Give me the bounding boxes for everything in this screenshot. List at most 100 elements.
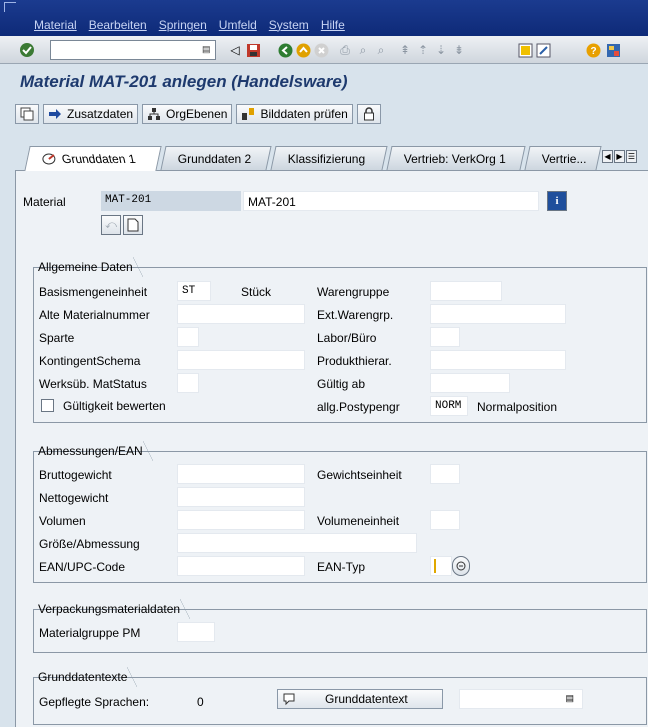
value-help-icon[interactable] <box>452 556 470 576</box>
arrow-right-icon <box>48 107 62 121</box>
werksuebergreifender-status-field[interactable] <box>177 373 199 393</box>
zusatzdaten-label: Zusatzdaten <box>67 107 134 121</box>
tab-grunddaten-1[interactable]: Grunddaten 1 <box>24 146 162 171</box>
customize-layout-icon[interactable] <box>604 41 622 59</box>
group-title-allgemeine: Allgemeine Daten <box>33 257 143 277</box>
bilddaten-pruefen-label: Bilddaten prüfen <box>260 107 348 121</box>
ean-typ-field[interactable] <box>430 556 452 576</box>
ext-warengrp-label: Ext.Warengrp. <box>317 308 394 322</box>
tab-strip: Grunddaten 1 Grunddaten 2 Klassifizierun… <box>15 146 648 171</box>
volumeneinheit-field[interactable] <box>430 510 460 530</box>
tab-grunddaten-1-label: Grunddaten 1 <box>60 152 137 166</box>
grunddatentext-button[interactable]: Grunddatentext <box>277 689 443 709</box>
dropdown-icon[interactable]: ▤ <box>565 693 574 704</box>
materialgruppe-pm-field[interactable] <box>177 622 215 642</box>
produkthierarchie-label: Produkthierar. <box>317 354 392 368</box>
material-number-field: MAT-201 <box>101 191 241 211</box>
ext-warengrp-field[interactable] <box>430 304 566 324</box>
menu-system[interactable]: System <box>269 18 309 32</box>
find-next-icon[interactable]: ⌕ <box>372 41 390 59</box>
orgebenen-label: OrgEbenen <box>166 107 228 121</box>
tab-klassifizierung-label: Klassifizierung <box>287 151 366 166</box>
save-icon[interactable] <box>244 41 262 59</box>
info-icon[interactable]: i <box>547 191 567 211</box>
page-title: Material MAT-201 anlegen (Handelsware) <box>20 72 348 91</box>
tab-vertrieb-more-label: Vertrie... <box>541 151 587 166</box>
tab-vertrieb-more[interactable]: Vertrie... <box>524 146 602 170</box>
find-icon[interactable]: ⌕ <box>354 41 372 59</box>
tab-grunddaten-2[interactable]: Grunddaten 2 <box>160 146 272 170</box>
org-structure-icon <box>147 107 161 121</box>
menu-hilfe[interactable]: Hilfe <box>321 18 345 32</box>
menu-bar: Material Bearbeiten Springen Umfeld Syst… <box>0 0 648 36</box>
postypengruppe-field[interactable]: NORM <box>430 396 468 416</box>
previous-material-icon[interactable]: ⤺ <box>101 215 121 235</box>
create-session-icon[interactable] <box>516 41 534 59</box>
tab-list-icon[interactable]: ☰ <box>626 150 637 163</box>
cancel-icon[interactable] <box>312 41 330 59</box>
help-icon[interactable]: ? <box>584 41 602 59</box>
material-description-field[interactable]: MAT-201 <box>243 191 539 211</box>
new-document-icon[interactable] <box>123 215 143 235</box>
bruttogewicht-field[interactable] <box>177 464 305 484</box>
print-icon[interactable]: ⎙ <box>336 41 354 59</box>
bruttogewicht-label: Bruttogewicht <box>39 468 112 482</box>
ean-upc-code-label: EAN/UPC-Code <box>39 560 126 574</box>
ean-upc-code-field[interactable] <box>177 556 305 576</box>
lock-button[interactable] <box>356 104 381 124</box>
basismengeneinheit-field[interactable]: ST <box>177 281 211 301</box>
gueltig-ab-field[interactable] <box>430 373 510 393</box>
next-page-icon[interactable]: ⇣ <box>432 41 450 59</box>
tab-content-panel: Material MAT-201 MAT-201 i ⤺ Allgemeine … <box>15 170 648 727</box>
gewichtseinheit-field[interactable] <box>430 464 460 484</box>
tab-klassifizierung[interactable]: Klassifizierung <box>270 146 388 170</box>
enter-icon[interactable] <box>18 41 36 59</box>
menu-springen[interactable]: Springen <box>159 18 207 32</box>
menu-material[interactable]: Material <box>34 18 77 32</box>
shortcut-icon[interactable] <box>534 41 552 59</box>
gewichtseinheit-label: Gewichtseinheit <box>317 468 402 482</box>
tab-scroll-right-icon[interactable]: ▶ <box>614 150 625 163</box>
previous-page-icon[interactable]: ⇡ <box>414 41 432 59</box>
volumen-field[interactable] <box>177 510 305 530</box>
other-material-button[interactable] <box>15 104 39 124</box>
volumeneinheit-label: Volumeneinheit <box>317 514 400 528</box>
bilddaten-pruefen-button[interactable]: Bilddaten prüfen <box>236 104 353 124</box>
command-field[interactable]: ▤ <box>50 40 216 60</box>
tab-scroll-left-icon[interactable]: ◀ <box>602 150 613 163</box>
zusatzdaten-button[interactable]: Zusatzdaten <box>43 104 139 124</box>
gepflegte-sprachen-label: Gepflegte Sprachen: <box>39 695 150 709</box>
svg-text:?: ? <box>590 46 596 57</box>
first-page-icon[interactable]: ⇞ <box>396 41 414 59</box>
material-label: Material <box>23 195 66 209</box>
orgebenen-button[interactable]: OrgEbenen <box>142 104 233 124</box>
exit-icon[interactable] <box>294 41 312 59</box>
alte-materialnummer-label: Alte Materialnummer <box>39 308 150 322</box>
menu-umfeld[interactable]: Umfeld <box>219 18 257 32</box>
postypengruppe-text: Normalposition <box>477 400 558 414</box>
lock-icon <box>362 107 376 121</box>
labor-buero-label: Labor/Büro <box>317 331 377 345</box>
groesse-abmessung-field[interactable] <box>177 533 417 553</box>
collapse-arrow-icon[interactable]: ◁ <box>226 41 244 59</box>
labor-buero-field[interactable] <box>430 327 460 347</box>
basismengeneinheit-label: Basismengeneinheit <box>39 285 148 299</box>
warengruppe-field[interactable] <box>430 281 502 301</box>
alte-materialnummer-field[interactable] <box>177 304 305 324</box>
group-title-abmessungen: Abmessungen/EAN <box>33 441 153 461</box>
back-icon[interactable] <box>276 41 294 59</box>
sparte-field[interactable] <box>177 327 199 347</box>
command-history-icon[interactable]: ▤ <box>202 44 212 56</box>
produkthierarchie-field[interactable] <box>430 350 566 370</box>
materialgruppe-pm-label: Materialgruppe PM <box>39 626 141 640</box>
sap-window-icon[interactable] <box>4 2 16 12</box>
last-page-icon[interactable]: ⇟ <box>450 41 468 59</box>
nettogewicht-field[interactable] <box>177 487 305 507</box>
postypengruppe-label: allg.Postypengr <box>317 400 400 414</box>
gueltigkeit-bewerten-checkbox[interactable] <box>41 399 54 412</box>
tab-vertrieb-verkorg-1[interactable]: Vertrieb: VerkOrg 1 <box>386 146 526 170</box>
menu-bearbeiten[interactable]: Bearbeiten <box>89 18 147 32</box>
kontingentschema-field[interactable] <box>177 350 305 370</box>
grunddatentext-label: Grunddatentext <box>325 692 408 706</box>
language-select[interactable]: ▤ <box>459 689 583 709</box>
